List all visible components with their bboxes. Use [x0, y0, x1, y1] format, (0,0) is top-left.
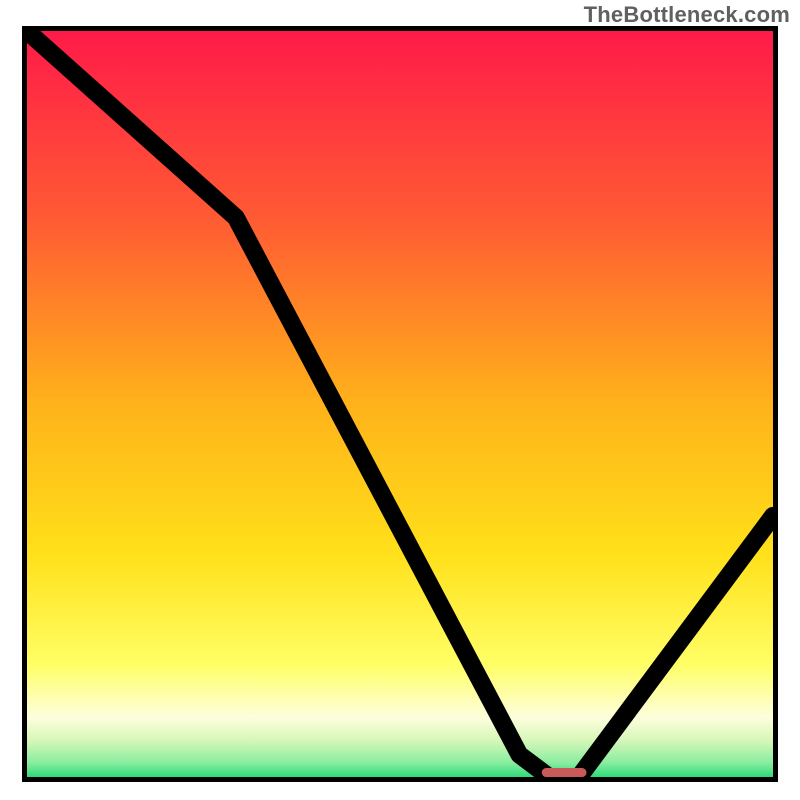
chart-svg [27, 31, 773, 777]
chart-frame [22, 26, 778, 782]
attribution-label: TheBottleneck.com [584, 2, 790, 28]
optimal-marker [542, 768, 587, 777]
